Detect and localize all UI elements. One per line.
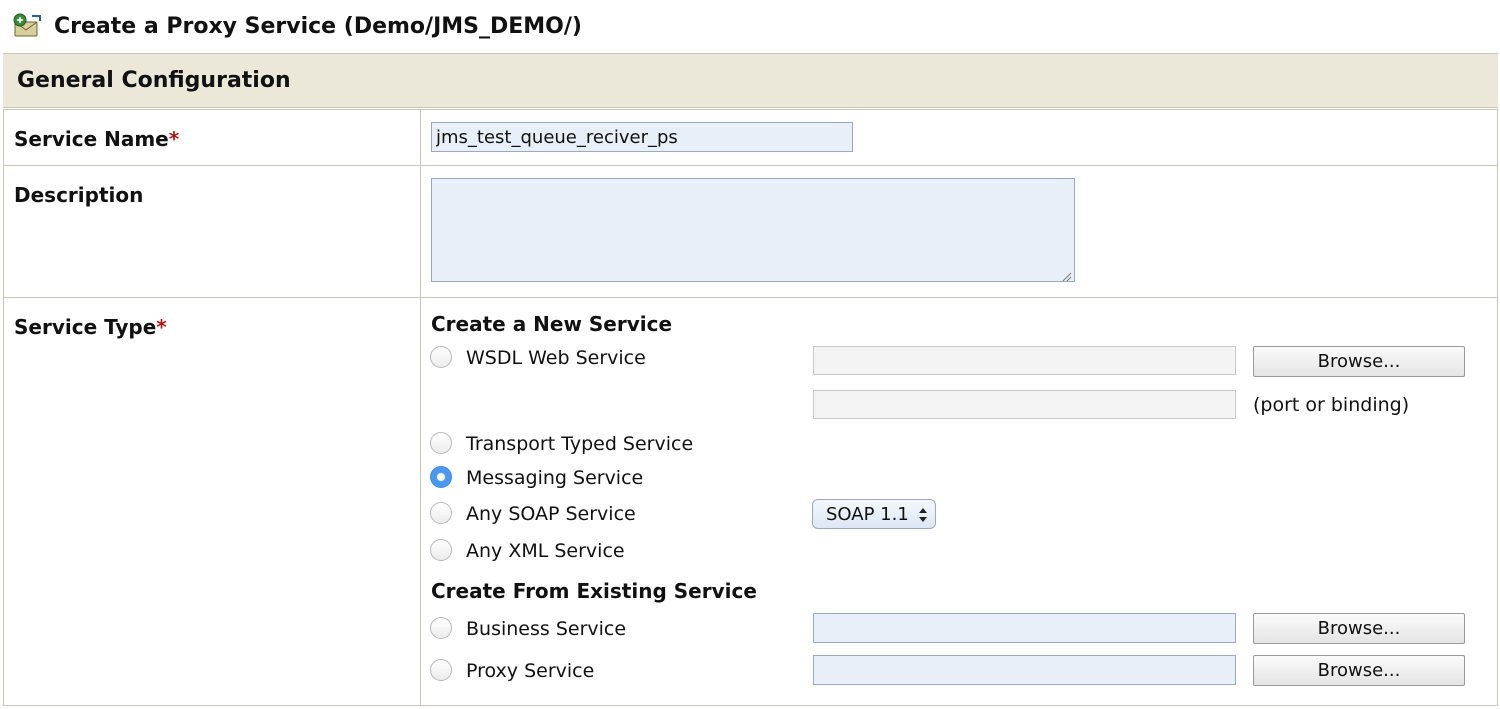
soap-version-value: SOAP 1.1 <box>826 504 909 525</box>
required-marker: * <box>168 127 180 151</box>
messaging-service-label: Messaging Service <box>466 467 644 489</box>
description-textarea[interactable] <box>431 178 1075 282</box>
transport-typed-service-label: Transport Typed Service <box>466 433 694 455</box>
wsdl-port-input[interactable] <box>813 390 1236 419</box>
create-new-service-title: Create a New Service <box>431 312 673 336</box>
column-divider <box>420 109 421 706</box>
messaging-service-radio[interactable] <box>430 466 452 488</box>
business-service-radio[interactable] <box>430 617 452 639</box>
row-divider <box>3 297 1498 298</box>
row-divider <box>3 165 1498 166</box>
column-divider <box>1497 109 1498 706</box>
any-xml-service-radio[interactable] <box>430 539 452 561</box>
page-title: Create a Proxy Service (Demo/JMS_DEMO/) <box>54 14 582 39</box>
any-xml-service-label: Any XML Service <box>466 540 625 562</box>
section-title: General Configuration <box>17 68 291 93</box>
service-name-input[interactable] <box>431 122 853 152</box>
wsdl-web-service-radio[interactable] <box>430 346 452 368</box>
wsdl-web-service-label: WSDL Web Service <box>466 347 646 369</box>
proxy-service-icon <box>12 12 42 40</box>
any-soap-service-radio[interactable] <box>430 502 452 524</box>
wsdl-browse-button[interactable]: Browse... <box>1253 346 1465 377</box>
description-area <box>431 178 1075 282</box>
column-divider <box>3 109 4 706</box>
section-header: General Configuration <box>3 53 1498 108</box>
proxy-browse-button[interactable]: Browse... <box>1253 655 1465 686</box>
business-service-label: Business Service <box>466 618 627 640</box>
transport-typed-service-radio[interactable] <box>430 432 452 454</box>
description-label: Description <box>14 183 144 207</box>
required-marker: * <box>156 315 167 339</box>
port-or-binding-hint: (port or binding) <box>1253 394 1410 416</box>
service-type-label: Service Type* <box>14 315 167 339</box>
business-service-input[interactable] <box>813 613 1236 643</box>
soap-version-select[interactable]: SOAP 1.1 <box>812 499 936 529</box>
select-arrows-icon <box>917 506 929 524</box>
business-browse-button[interactable]: Browse... <box>1253 613 1465 644</box>
row-divider <box>3 109 1498 110</box>
resize-handle-icon[interactable] <box>1060 267 1072 282</box>
wsdl-input[interactable] <box>813 346 1236 375</box>
create-existing-service-title: Create From Existing Service <box>431 579 757 603</box>
proxy-service-label: Proxy Service <box>466 660 595 682</box>
proxy-service-input[interactable] <box>813 655 1236 685</box>
service-name-label: Service Name* <box>14 127 180 151</box>
row-divider <box>3 705 1498 706</box>
proxy-service-radio[interactable] <box>430 659 452 681</box>
any-soap-service-label: Any SOAP Service <box>466 503 636 525</box>
